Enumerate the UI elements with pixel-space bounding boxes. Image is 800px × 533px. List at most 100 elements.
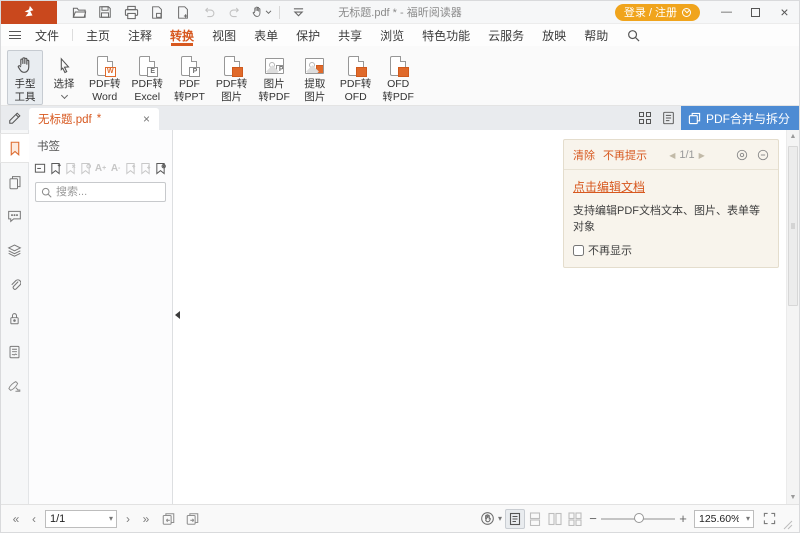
- sidebar-pages-button[interactable]: [1, 168, 29, 196]
- menu-file[interactable]: 文件: [26, 24, 68, 46]
- maximize-button[interactable]: [741, 1, 770, 23]
- undo-icon[interactable]: [197, 2, 221, 22]
- hand-mode-caret-icon[interactable]: ▾: [498, 514, 502, 523]
- zoom-in-button[interactable]: +: [675, 511, 691, 526]
- zoom-slider-thumb[interactable]: [634, 513, 644, 523]
- image-to-pdf-button[interactable]: P 图片 转PDF: [254, 50, 294, 105]
- facing-continuous-view-icon[interactable]: [565, 509, 585, 529]
- tab-grid-icon[interactable]: [633, 107, 657, 129]
- menu-tab-cloud[interactable]: 云服务: [479, 24, 533, 46]
- scroll-up-icon[interactable]: ▲: [787, 130, 799, 143]
- zoom-combo-caret-icon[interactable]: ▾: [746, 514, 753, 523]
- foxit-logo[interactable]: [1, 1, 57, 24]
- delete-bookmark-icon[interactable]: [63, 160, 77, 176]
- menu-tab-help[interactable]: 帮助: [575, 24, 617, 46]
- scrollbar-thumb[interactable]: [788, 146, 798, 306]
- tip-prev-icon[interactable]: ◀: [669, 151, 675, 160]
- ofd-to-pdf-button[interactable]: OFD 转PDF: [378, 50, 418, 105]
- save-as-icon[interactable]: [145, 2, 169, 22]
- zoom-level-input[interactable]: [695, 513, 739, 525]
- page-combo-caret-icon[interactable]: ▾: [109, 514, 116, 523]
- hand-tool-quick-icon[interactable]: [249, 2, 273, 22]
- new-document-icon[interactable]: [171, 2, 195, 22]
- open-icon[interactable]: [67, 2, 91, 22]
- resize-grip[interactable]: [779, 508, 793, 530]
- menu-tab-browse[interactable]: 浏览: [371, 24, 413, 46]
- last-page-button[interactable]: »: [137, 512, 155, 526]
- sidebar-attachments-button[interactable]: [1, 270, 29, 298]
- tip-next-icon[interactable]: ▶: [699, 151, 705, 160]
- pdf-to-ofd-button[interactable]: PDF转 OFD: [336, 50, 376, 105]
- login-button[interactable]: 登录 / 注册: [615, 4, 700, 21]
- add-bookmark-icon[interactable]: [48, 160, 62, 176]
- shrink-text-icon[interactable]: A-: [109, 160, 123, 176]
- collapse-all-icon[interactable]: [33, 160, 47, 176]
- search-icon[interactable]: [619, 24, 648, 46]
- tip-dont-remind-button[interactable]: 不再提示: [603, 147, 647, 163]
- titlebar-right: 登录 / 注册 — ×: [615, 1, 799, 23]
- sidebar-layers-button[interactable]: [1, 236, 29, 264]
- bookmark-settings-icon[interactable]: [154, 160, 168, 176]
- sidebar-signatures-button[interactable]: [1, 338, 29, 366]
- first-page-button[interactable]: «: [7, 512, 25, 526]
- fullscreen-icon[interactable]: [759, 509, 779, 529]
- dont-show-checkbox[interactable]: [573, 245, 584, 256]
- zoom-out-button[interactable]: −: [585, 511, 601, 526]
- locate-bookmark-icon[interactable]: [78, 160, 92, 176]
- page-number-input[interactable]: [46, 513, 98, 525]
- sidebar-security-button[interactable]: [1, 304, 29, 332]
- document-area[interactable]: 清除 不再提示 ◀ 1/1 ▶ 点击编辑文档 支: [173, 130, 799, 504]
- menu-tab-comment[interactable]: 注释: [119, 24, 161, 46]
- hand-mode-icon[interactable]: [478, 509, 498, 529]
- panel-collapse-handle[interactable]: [173, 302, 183, 328]
- tip-clear-button[interactable]: 清除: [573, 147, 595, 163]
- edit-document-link[interactable]: 点击编辑文档: [573, 178, 645, 195]
- facing-view-icon[interactable]: [545, 509, 565, 529]
- menu-tab-view[interactable]: 视图: [203, 24, 245, 46]
- previous-view-icon[interactable]: [157, 509, 179, 529]
- menu-tab-home[interactable]: 主页: [77, 24, 119, 46]
- vertical-scrollbar[interactable]: ▲ ▼: [786, 130, 799, 504]
- sidebar-stamp-sign-button[interactable]: [1, 372, 29, 400]
- menu-tab-slideshow[interactable]: 放映: [533, 24, 575, 46]
- pdf-to-ppt-button[interactable]: P PDF 转PPT: [170, 50, 209, 105]
- redo-icon[interactable]: [223, 2, 247, 22]
- document-tab[interactable]: 无标题.pdf * ×: [29, 108, 159, 130]
- sidebar-comments-button[interactable]: [1, 202, 29, 230]
- extract-image-button[interactable]: 提取 图片: [297, 50, 333, 105]
- menu-tab-share[interactable]: 共享: [329, 24, 371, 46]
- prev-page-button[interactable]: ‹: [25, 512, 43, 526]
- tip-settings-icon[interactable]: [736, 149, 748, 161]
- hand-tool-button[interactable]: 手型 工具: [7, 50, 43, 105]
- reading-mode-icon[interactable]: [657, 107, 681, 129]
- pdf-to-word-button[interactable]: W PDF转 Word: [85, 50, 125, 105]
- edit-pencil-icon[interactable]: [1, 106, 29, 130]
- bookmark-search-input[interactable]: [56, 186, 160, 198]
- single-page-view-icon[interactable]: [505, 509, 525, 529]
- customize-toolbar-icon[interactable]: [286, 2, 310, 22]
- menu-tab-form[interactable]: 表单: [245, 24, 287, 46]
- print-icon[interactable]: [119, 2, 143, 22]
- menu-divider: [72, 29, 73, 41]
- next-view-icon[interactable]: [181, 509, 203, 529]
- save-icon[interactable]: [93, 2, 117, 22]
- tip-minimize-icon[interactable]: [757, 149, 769, 161]
- sidebar-bookmarks-button[interactable]: [1, 134, 29, 162]
- expand-text-icon[interactable]: A+: [93, 160, 107, 176]
- tab-close-icon[interactable]: ×: [143, 112, 150, 126]
- next-page-button[interactable]: ›: [119, 512, 137, 526]
- select-tool-button[interactable]: 选择: [46, 50, 82, 100]
- pdf-merge-split-button[interactable]: PDF合并与拆分: [681, 106, 799, 130]
- menu-tab-protect[interactable]: 保护: [287, 24, 329, 46]
- scroll-down-icon[interactable]: ▼: [787, 491, 799, 504]
- pdf-to-excel-button[interactable]: E PDF转 Excel: [128, 50, 168, 105]
- promote-bookmark-icon[interactable]: [124, 160, 138, 176]
- continuous-view-icon[interactable]: [525, 509, 545, 529]
- menu-tab-convert[interactable]: 转换: [161, 24, 203, 46]
- demote-bookmark-icon[interactable]: [139, 160, 153, 176]
- minimize-button[interactable]: —: [712, 1, 741, 23]
- close-button[interactable]: ×: [770, 1, 799, 23]
- menu-tab-features[interactable]: 特色功能: [413, 24, 479, 46]
- pdf-to-image-button[interactable]: PDF转 图片: [212, 50, 252, 105]
- zoom-slider[interactable]: [601, 509, 675, 529]
